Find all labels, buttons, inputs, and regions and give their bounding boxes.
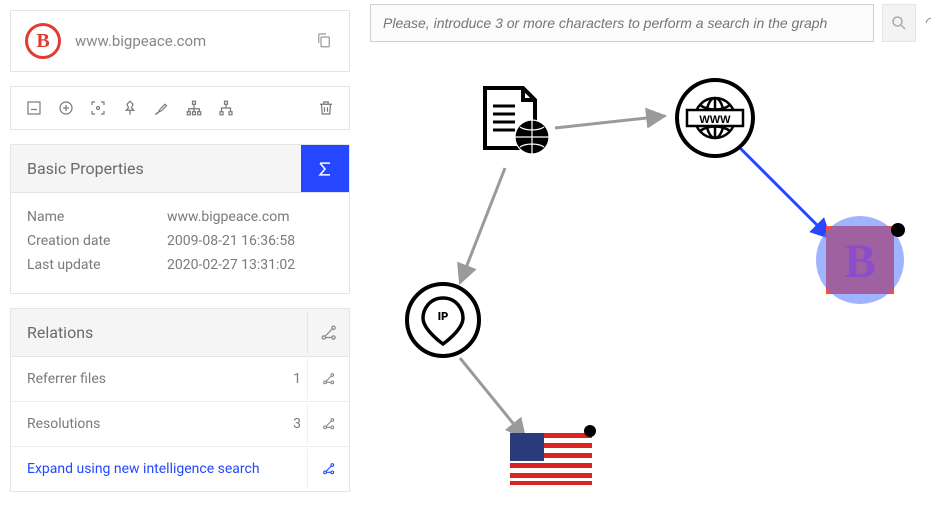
prop-row: Creation date 2009-08-21 16:36:58 bbox=[27, 229, 333, 253]
prop-value: 2009-08-21 16:36:58 bbox=[167, 233, 333, 249]
prop-value: www.bigpeace.com bbox=[167, 209, 333, 225]
prop-row: Last update 2020-02-27 13:31:02 bbox=[27, 253, 333, 277]
focus-icon[interactable] bbox=[87, 97, 109, 119]
search-button[interactable] bbox=[882, 4, 916, 42]
graph-canvas[interactable]: WWW IP B bbox=[360, 48, 948, 502]
extra-icon[interactable] bbox=[924, 4, 938, 42]
edge-ip-to-flag bbox=[460, 358, 525, 438]
toolbar bbox=[10, 86, 350, 130]
svg-text:WWW: WWW bbox=[699, 114, 731, 126]
note-icon[interactable] bbox=[23, 97, 45, 119]
basic-properties-title: Basic Properties bbox=[11, 145, 301, 192]
hierarchy-icon[interactable] bbox=[215, 97, 237, 119]
entity-header: B www.bigpeace.com bbox=[10, 10, 350, 72]
prop-key: Last update bbox=[27, 257, 167, 273]
site-url: www.bigpeace.com bbox=[75, 32, 301, 50]
node-ip[interactable]: IP bbox=[407, 284, 479, 356]
relation-count: 3 bbox=[277, 416, 307, 432]
prop-row: Name www.bigpeace.com bbox=[27, 205, 333, 229]
graph-icon[interactable] bbox=[307, 449, 349, 489]
relations-panel: Relations Referrer files 1 Resolutions 3 bbox=[10, 308, 350, 492]
graph-icon[interactable] bbox=[307, 404, 349, 444]
graph-icon[interactable] bbox=[307, 312, 349, 354]
relations-title: Relations bbox=[11, 309, 307, 356]
prop-key: Creation date bbox=[27, 233, 167, 249]
prop-key: Name bbox=[27, 209, 167, 225]
edge-www-to-logo bbox=[740, 148, 830, 238]
prop-value: 2020-02-27 13:31:02 bbox=[167, 257, 333, 273]
search-input[interactable] bbox=[370, 4, 874, 42]
svg-text:IP: IP bbox=[438, 310, 449, 323]
graph-icon[interactable] bbox=[307, 359, 349, 399]
node-www[interactable]: WWW bbox=[677, 80, 753, 156]
add-icon[interactable] bbox=[55, 97, 77, 119]
brush-icon[interactable] bbox=[151, 97, 173, 119]
svg-text:B: B bbox=[844, 235, 876, 288]
relation-label: Referrer files bbox=[11, 357, 277, 401]
relation-label: Resolutions bbox=[11, 402, 277, 446]
pin-icon[interactable] bbox=[119, 97, 141, 119]
sigma-button[interactable] bbox=[301, 145, 349, 192]
expand-intelligence-search[interactable]: Expand using new intelligence search bbox=[11, 446, 349, 491]
search-bar bbox=[370, 4, 938, 42]
copy-icon[interactable] bbox=[315, 31, 335, 51]
node-file[interactable] bbox=[485, 88, 549, 154]
relation-count: 1 bbox=[277, 371, 307, 387]
basic-properties-panel: Basic Properties Name www.bigpeace.com C… bbox=[10, 144, 350, 294]
edge-file-to-ip bbox=[460, 168, 505, 283]
tree-icon[interactable] bbox=[183, 97, 205, 119]
node-us-flag[interactable] bbox=[510, 425, 596, 485]
site-logo-icon: B bbox=[25, 23, 61, 59]
trash-icon[interactable] bbox=[315, 97, 337, 119]
expand-label: Expand using new intelligence search bbox=[11, 447, 307, 491]
node-site-logo[interactable]: B bbox=[816, 216, 905, 304]
relation-row-referrer-files[interactable]: Referrer files 1 bbox=[11, 357, 349, 401]
edge-file-to-www bbox=[555, 116, 665, 128]
relation-row-resolutions[interactable]: Resolutions 3 bbox=[11, 401, 349, 446]
